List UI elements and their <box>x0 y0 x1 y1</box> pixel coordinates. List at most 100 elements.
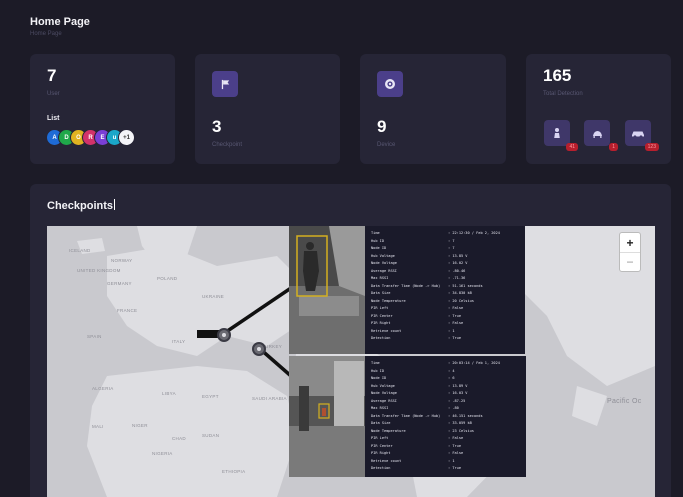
checkpoint-popup[interactable]: Time: 22:12:30 / Feb 2, 2024 Hub ID: 7 Nod… <box>289 226 525 354</box>
checkpoint-count: 3 <box>212 117 222 136</box>
info-value: : -87.25 <box>448 398 466 403</box>
info-row: Retrieve count : 1 <box>371 458 520 466</box>
device-card[interactable]: 9 Device <box>360 54 506 164</box>
map-label: SPAIN <box>87 334 102 339</box>
info-row: Detection: True <box>371 335 519 343</box>
map-label: ETHIOPIA <box>222 469 246 474</box>
info-value: : 22:12:30 / Feb 2, 2024 <box>448 231 500 235</box>
vehicle-detection[interactable]: 123 <box>625 120 659 151</box>
vehicle-count-badge: 123 <box>644 143 659 151</box>
person-detection[interactable]: 41 <box>544 120 578 151</box>
device-count: 9 <box>377 117 387 136</box>
info-key: PIR Center <box>371 443 393 448</box>
map-label: EGYPT <box>202 394 219 399</box>
info-row: Node Voltage: 16.03 V <box>371 390 520 398</box>
page-header: Home Page Home Page <box>30 16 90 37</box>
info-value: : 16.02 V <box>448 261 468 265</box>
flag-icon <box>212 71 238 97</box>
info-value: : False <box>448 436 464 440</box>
map-label: FRANCE <box>117 308 138 313</box>
map-label: SAUDI ARABIA <box>252 396 287 401</box>
info-value: : False <box>448 306 464 310</box>
info-value: : 4 <box>448 368 455 373</box>
checkpoint-marker[interactable] <box>252 342 266 356</box>
info-key: PIR Right <box>371 451 391 455</box>
checkpoint-marker[interactable] <box>217 328 231 342</box>
checkpoints-panel: Checkpoints ICELAND NORWAY UNITED KINGDO… <box>30 184 671 497</box>
info-row: PIR Center: True <box>371 313 519 321</box>
detection-photo <box>289 226 365 354</box>
detection-card[interactable]: 165 Total Detection 41 1 123 <box>526 54 671 164</box>
info-key: Data Size <box>371 421 391 425</box>
info-row: Time: 20:03:14 / Feb 1, 2024 <box>371 360 520 368</box>
info-value: : 1 <box>448 328 455 333</box>
animal-detection[interactable]: 1 <box>584 120 618 151</box>
checkpoint-card[interactable]: 3 Checkpoint <box>195 54 340 164</box>
info-row: PIR Right: False <box>371 450 520 458</box>
info-key: PIR Left <box>371 306 389 310</box>
animal-count-badge: 1 <box>609 143 618 151</box>
info-row: PIR Left : False <box>371 305 519 313</box>
info-row: Data Size : 33.059 kB <box>371 420 520 428</box>
checkpoint-popup[interactable]: Time: 20:03:14 / Feb 1, 2024 Hub ID : 4 Nod… <box>289 356 526 477</box>
info-key: PIR Left <box>371 436 389 440</box>
info-key: Max RSSI <box>371 276 389 280</box>
user-card[interactable]: 7 User List A D O R Eu +1 <box>30 54 175 164</box>
person-count-badge: 41 <box>566 143 578 151</box>
user-label: User <box>47 91 60 97</box>
detection-photo <box>289 356 365 477</box>
animal-icon <box>592 131 602 138</box>
camera-icon <box>377 71 403 97</box>
map-label: NIGERIA <box>152 451 173 456</box>
info-key: Average RSSI <box>371 268 397 273</box>
zoom-in-button[interactable]: + <box>620 233 640 252</box>
info-value: : 34.830 kB <box>448 291 472 295</box>
info-key: Node Voltage <box>371 261 397 265</box>
info-row: Time: 22:12:30 / Feb 2, 2024 <box>371 230 519 238</box>
map-label: LIBYA <box>162 391 176 396</box>
zoom-out-button[interactable]: − <box>620 252 640 271</box>
checkpoint-map[interactable]: ICELAND NORWAY UNITED KINGDOM GERMANY POLAND… <box>47 226 655 497</box>
info-key: Node Temperature <box>371 428 406 433</box>
info-key: Average RSSI <box>371 398 397 403</box>
info-value: : 1 <box>448 458 455 463</box>
info-value: : 23 Celsius <box>448 428 474 433</box>
info-row: Max RSSI : -80 <box>371 405 520 413</box>
map-label: POLAND <box>157 276 178 281</box>
info-key: Node ID <box>371 246 387 250</box>
detection-label: Total Detection <box>543 91 583 97</box>
info-key: Retrieve count <box>371 458 402 463</box>
checkpoint-info-table: Time: 20:03:14 / Feb 1, 2024 Hub ID : 4 Nod… <box>365 356 526 477</box>
info-key: Data Transfer Time (Node -> Hub) <box>371 413 441 418</box>
info-value: : 13.85 V <box>448 253 468 258</box>
info-row: PIR Right: False <box>371 320 519 328</box>
info-row: Average RSSI : -80.46 <box>371 268 519 276</box>
info-key: Hub Voltage <box>371 383 395 388</box>
info-row: Node ID: 7 <box>371 245 519 253</box>
info-value: : 51.161 seconds <box>448 283 483 288</box>
info-key: Hub ID <box>371 368 384 373</box>
info-value: : -80 <box>448 406 459 410</box>
info-value: : True <box>448 466 461 470</box>
info-key: Detection <box>371 336 391 340</box>
info-row: Retrieve count: 1 <box>371 328 519 336</box>
info-key: Max RSSI <box>371 406 389 410</box>
map-label: SUDAN <box>202 433 220 438</box>
info-value: : 33.059 kB <box>448 421 472 425</box>
info-value: : -80.46 <box>448 268 466 273</box>
info-key: Node ID <box>371 376 387 380</box>
info-key: Hub ID <box>371 238 384 243</box>
info-row: Data Transfer Time (Node -> Hub): 46.151… <box>371 413 520 421</box>
person-icon <box>554 128 560 138</box>
avatar[interactable]: +1 <box>118 129 135 146</box>
checkpoints-title: Checkpoints <box>47 199 116 212</box>
avatar-list: A D O R Eu +1 <box>46 129 135 146</box>
info-key: Node Temperature <box>371 298 406 303</box>
device-label: Device <box>377 142 396 148</box>
info-key: PIR Right <box>371 321 391 325</box>
info-row: Detection: True <box>371 465 520 473</box>
info-value: : 13.89 V <box>448 383 468 388</box>
info-value: : 6 <box>448 376 455 380</box>
info-key: Data Size <box>371 291 391 295</box>
breadcrumb[interactable]: Home Page <box>30 31 90 37</box>
